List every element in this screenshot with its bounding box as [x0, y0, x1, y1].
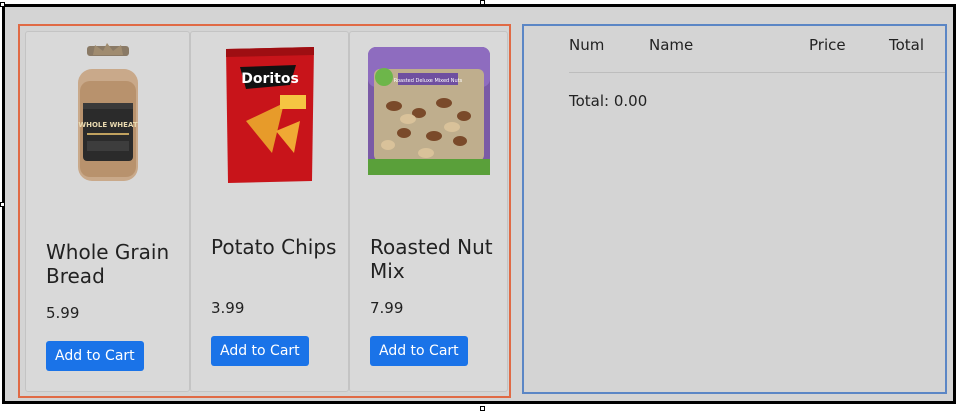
- bread-loaf-image: WHOLE WHEAT: [26, 38, 189, 188]
- cart-header-name: Name: [649, 36, 694, 54]
- add-to-cart-button[interactable]: Add to Cart: [211, 336, 309, 366]
- svg-text:WHOLE WHEAT: WHOLE WHEAT: [78, 121, 137, 129]
- product-title: Potato Chips: [211, 235, 337, 259]
- product-price: 7.99: [370, 299, 404, 317]
- product-price: 5.99: [46, 304, 80, 322]
- product-card: Roasted Deluxe Mixed Nuts Roasted Nut Mi…: [349, 31, 508, 392]
- cart-header-num: Num: [569, 36, 605, 54]
- svg-text:Roasted Deluxe Mixed Nuts: Roasted Deluxe Mixed Nuts: [393, 78, 462, 84]
- resize-handle[interactable]: [480, 0, 485, 5]
- resize-handle[interactable]: [480, 406, 485, 411]
- product-price: 3.99: [211, 299, 245, 317]
- product-card: WHOLE WHEAT Whole Grain Bread 5.99 Add t…: [25, 31, 190, 392]
- product-title: Whole Grain Bread: [46, 240, 170, 288]
- resize-handle[interactable]: [0, 2, 5, 7]
- cart-header-price: Price: [809, 36, 846, 54]
- chips-bag-image: Doritos: [191, 38, 348, 188]
- add-to-cart-button[interactable]: Add to Cart: [46, 341, 144, 371]
- cart-divider: [569, 72, 945, 73]
- add-to-cart-button[interactable]: Add to Cart: [370, 336, 468, 366]
- product-list: WHOLE WHEAT Whole Grain Bread 5.99 Add t…: [18, 24, 511, 398]
- product-title: Roasted Nut Mix: [370, 235, 493, 283]
- nut-mix-bag-image: Roasted Deluxe Mixed Nuts: [350, 38, 507, 188]
- product-card: Doritos Potato Chips 3.99 Add to Cart: [190, 31, 349, 392]
- svg-text:Doritos: Doritos: [241, 71, 299, 87]
- resize-handle[interactable]: [0, 202, 5, 207]
- cart-panel: Num Name Price Total Total: 0.00: [522, 24, 947, 394]
- cart-total: Total: 0.00: [569, 92, 648, 110]
- cart-header-total: Total: [889, 36, 925, 54]
